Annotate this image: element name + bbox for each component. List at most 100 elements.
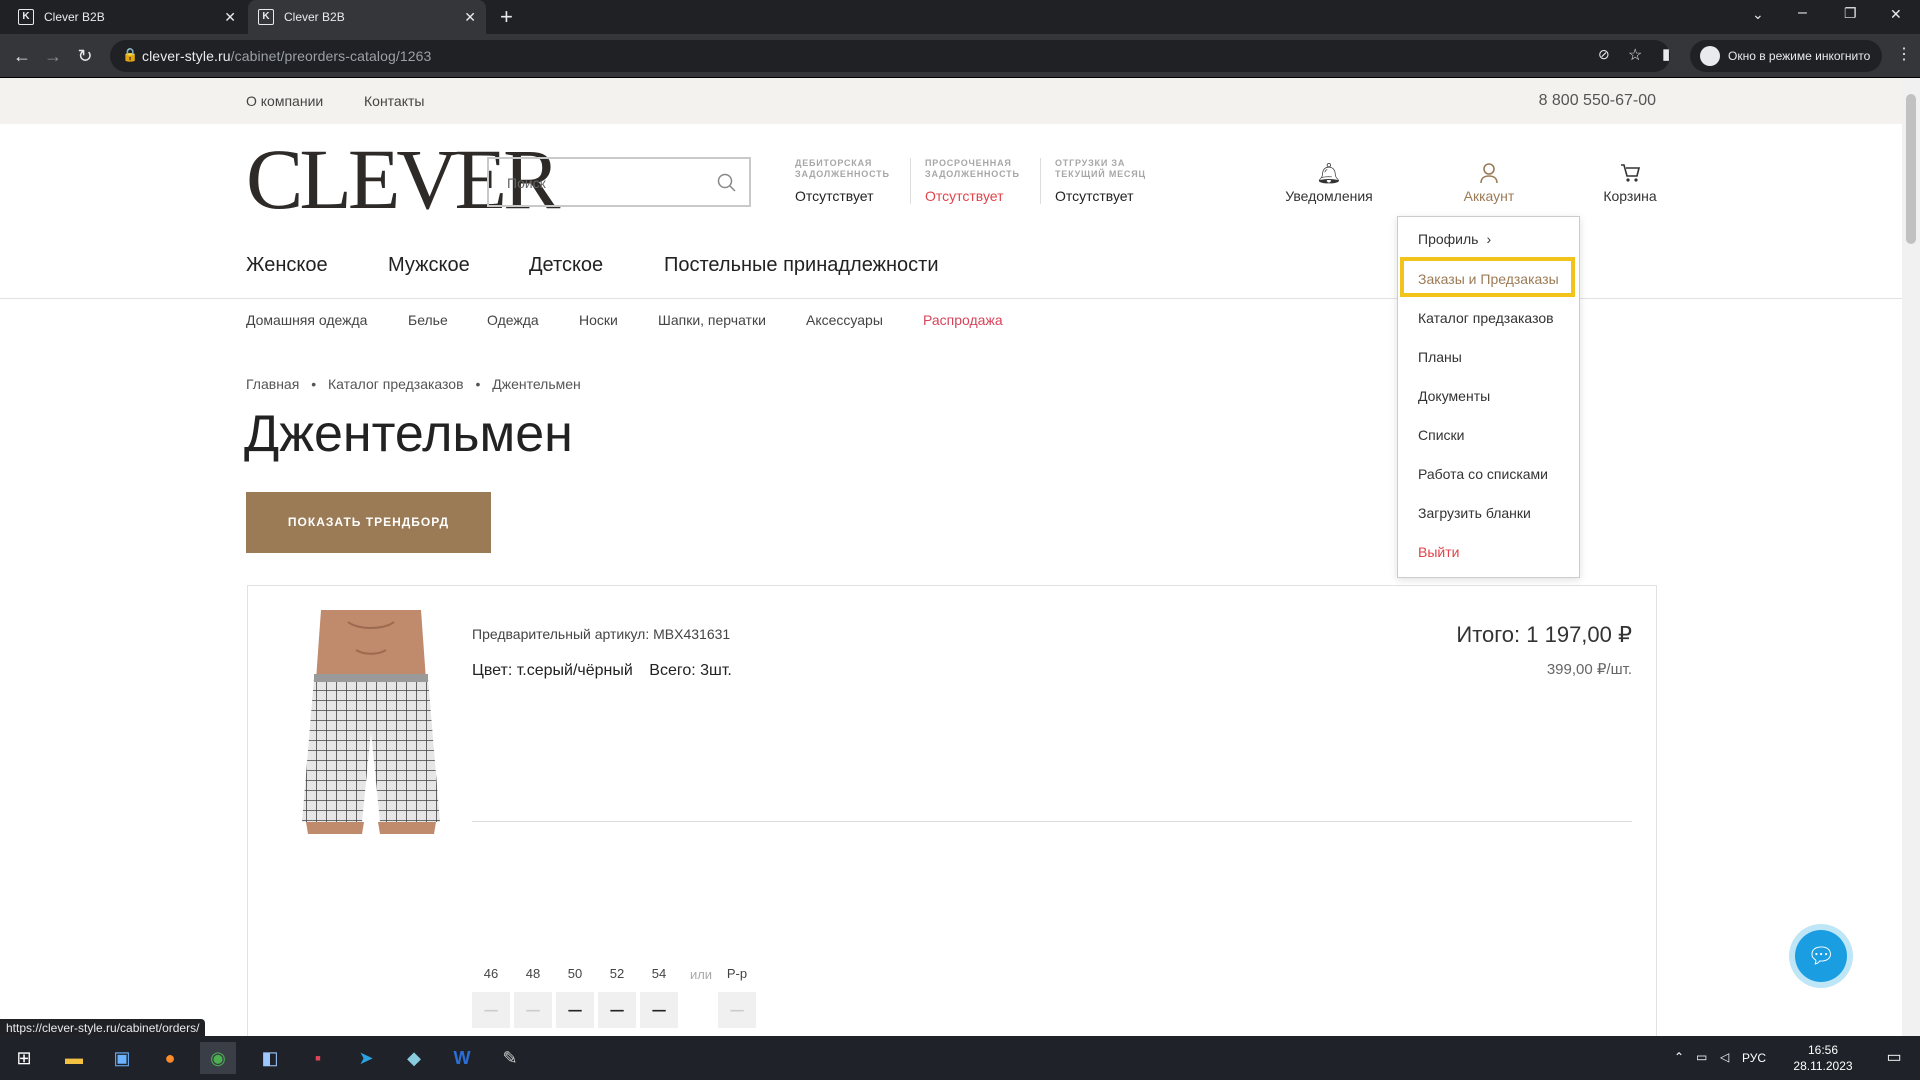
phone-number[interactable]: 8 800 550-67-00 [1539, 92, 1656, 110]
incognito-badge[interactable]: Окно в режиме инкогнито [1690, 40, 1883, 72]
browser-tab[interactable]: K Clever B2B ✕ [8, 0, 246, 34]
account-button[interactable]: Аккаунт [1444, 162, 1534, 204]
tab-title: Clever B2B [284, 10, 345, 24]
close-tab-icon[interactable]: ✕ [464, 9, 476, 26]
show-trendboard-button[interactable]: ПОКАЗАТЬ ТРЕНДБОРД [246, 492, 491, 553]
nav-kids[interactable]: Детское [529, 254, 603, 277]
menu-item-plans[interactable]: Планы [1418, 349, 1462, 365]
subnav-hats-gloves[interactable]: Шапки, перчатки [658, 312, 766, 328]
product-card: Предварительный артикул: MBX431631 Цвет:… [247, 585, 1657, 1036]
decrease-qty-button[interactable]: – [556, 992, 594, 1028]
chat-widget-button[interactable]: 💬︎ [1789, 924, 1853, 988]
size-label: 46 [483, 966, 499, 981]
chat-icon: 💬︎ [1795, 930, 1847, 982]
about-link[interactable]: О компании [246, 93, 323, 109]
file-explorer-icon[interactable]: ▬ [56, 1042, 92, 1074]
nav-bedding[interactable]: Постельные принадлежности [664, 254, 939, 277]
menu-item-orders[interactable]: Заказы и Предзаказы [1418, 271, 1559, 287]
cart-button[interactable]: Корзина [1600, 162, 1660, 204]
breadcrumb-home[interactable]: Главная [246, 376, 299, 392]
close-tab-icon[interactable]: ✕ [224, 9, 236, 26]
menu-item-profile[interactable]: Профиль › [1418, 231, 1491, 247]
firefox-icon[interactable]: ● [152, 1042, 188, 1074]
subnav-underwear[interactable]: Белье [408, 312, 448, 328]
receivables-stat: ДЕБИТОРСКАЯ ЗАДОЛЖЕННОСТЬ Отсутствует [795, 158, 890, 204]
chrome-icon[interactable]: ◉ [200, 1042, 236, 1074]
decrease-qty-button[interactable]: – [472, 992, 510, 1028]
network-icon[interactable]: ▭ [1696, 1050, 1712, 1064]
contacts-link[interactable]: Контакты [364, 93, 424, 109]
scrollbar-thumb[interactable] [1906, 94, 1916, 244]
product-total-count: Всего: 3шт. [649, 662, 732, 679]
card-divider [472, 821, 1632, 822]
notifications-button[interactable]: 🔔︎ Уведомления [1284, 162, 1374, 204]
forward-icon[interactable]: → [41, 44, 65, 68]
bookmark-star-icon[interactable]: ☆ [1628, 45, 1642, 65]
new-tab-icon[interactable]: + [500, 4, 513, 30]
subnav-homewear[interactable]: Домашняя одежда [246, 312, 367, 328]
menu-item-upload-forms[interactable]: Загрузить бланки [1418, 505, 1531, 521]
search-icon[interactable] [717, 173, 737, 193]
decrease-qty-button[interactable]: – [718, 992, 756, 1028]
nav-women[interactable]: Женское [246, 254, 328, 277]
back-icon[interactable]: ← [10, 44, 34, 68]
telegram-icon[interactable]: ➤ [348, 1042, 384, 1074]
volume-icon[interactable]: ◁ [1720, 1050, 1736, 1064]
reload-icon[interactable]: ↻ [73, 44, 97, 68]
url-text: clever-style.ru/cabinet/preorders-catalo… [142, 48, 432, 64]
browser-tab-active[interactable]: K Clever B2B ✕ [248, 0, 486, 34]
nav-men[interactable]: Мужское [388, 254, 470, 277]
restore-icon[interactable]: ❐ [1844, 5, 1857, 22]
size-label: 52 [609, 966, 625, 981]
minimize-icon[interactable]: – [1798, 4, 1807, 22]
other-size-label: Р-р [726, 966, 748, 981]
language-indicator[interactable]: РУС [1742, 1051, 1782, 1065]
word-icon[interactable]: W [444, 1042, 480, 1074]
page-scrollbar[interactable] [1902, 78, 1920, 1036]
save-app-icon[interactable]: ▪ [300, 1042, 336, 1074]
address-bar[interactable]: 🔒 clever-style.ru/cabinet/preorders-cata… [110, 40, 1670, 72]
decrease-qty-button[interactable]: – [640, 992, 678, 1028]
decrease-qty-button[interactable]: – [598, 992, 636, 1028]
subnav-accessories[interactable]: Аксессуары [806, 312, 883, 328]
tracking-off-icon[interactable]: ⊘ [1598, 46, 1610, 63]
notes-app-icon[interactable]: ◆ [396, 1042, 432, 1074]
menu-item-documents[interactable]: Документы [1418, 388, 1490, 404]
clock-date[interactable]: 28.11.2023 [1792, 1059, 1854, 1073]
browser-menu-icon[interactable]: ⋮ [1896, 44, 1912, 64]
bell-icon: 🔔︎ [1316, 163, 1342, 185]
app-icon[interactable]: ◧ [252, 1042, 288, 1074]
product-image[interactable] [286, 610, 456, 834]
size-label: 50 [567, 966, 583, 981]
subnav-sale[interactable]: Распродажа [923, 312, 1003, 328]
search-input[interactable]: Поиск [487, 157, 751, 207]
menu-item-lists[interactable]: Списки [1418, 427, 1464, 443]
or-label: или [689, 967, 713, 982]
decrease-qty-button[interactable]: – [514, 992, 552, 1028]
lock-icon: 🔒 [122, 47, 139, 62]
page-title: Джентельмен [244, 405, 573, 463]
tray-expand-icon[interactable]: ⌃ [1674, 1050, 1688, 1064]
close-window-icon[interactable]: ✕ [1890, 6, 1902, 23]
breadcrumb: Главная • Каталог предзаказов • Джентель… [246, 376, 581, 392]
clock-time[interactable]: 16:56 [1792, 1043, 1854, 1057]
windows-start-icon[interactable]: ⊞ [6, 1042, 42, 1074]
breadcrumb-catalog[interactable]: Каталог предзаказов [328, 376, 464, 392]
size-label: 54 [651, 966, 667, 981]
breadcrumb-current: Джентельмен [492, 376, 581, 392]
tab-search-icon[interactable]: ⌄ [1752, 6, 1764, 23]
subnav-socks[interactable]: Носки [579, 312, 618, 328]
subnav-clothes[interactable]: Одежда [487, 312, 539, 328]
menu-item-preorder-catalog[interactable]: Каталог предзаказов [1418, 310, 1554, 326]
web-page: О компании Контакты 8 800 550-67-00 CLEV… [0, 78, 1902, 1036]
paint-app-icon[interactable]: ✎ [492, 1042, 528, 1074]
product-color: Цвет: т.серый/чёрный [472, 662, 633, 679]
notifications-center-icon[interactable]: ▭ [1876, 1042, 1912, 1074]
shipments-stat: ОТГРУЗКИ ЗА ТЕКУЩИЙ МЕСЯЦ Отсутствует [1055, 158, 1146, 204]
app-window-icon[interactable]: ▣ [104, 1042, 140, 1074]
top-info-bar: О компании Контакты 8 800 550-67-00 [0, 78, 1902, 124]
menu-item-list-work[interactable]: Работа со списками [1418, 466, 1548, 482]
side-panel-icon[interactable]: ▮ [1662, 45, 1670, 63]
menu-item-logout[interactable]: Выйти [1418, 544, 1459, 560]
account-dropdown-menu: Профиль › Заказы и Предзаказы Каталог пре… [1397, 216, 1580, 578]
